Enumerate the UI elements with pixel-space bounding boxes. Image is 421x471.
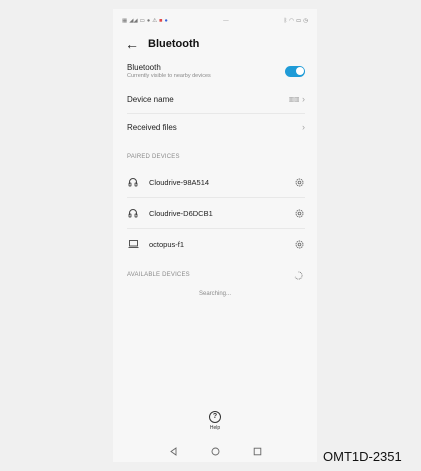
status-icons-left: ▦ ◢◢ ▭ ● ⚠ ■ ● (122, 18, 168, 24)
alert-icon: ⚠ (152, 17, 158, 24)
bluetooth-toggle[interactable] (285, 65, 305, 77)
phone-screen: ▦ ◢◢ ▭ ● ⚠ ■ ● — ᛒ ◠ ▭ ◷ ← Bluetooth Blu… (113, 9, 317, 462)
received-files-row[interactable]: Received files › (113, 114, 317, 141)
paired-device-name: Cloudrive-D6DCB1 (149, 208, 213, 218)
chevron-right-icon: › (302, 122, 305, 132)
paired-device-row[interactable]: octopus-f1 (113, 229, 317, 259)
status-icons-right: ᛒ ◠ ▭ ◷ (284, 18, 308, 24)
laptop-icon (127, 238, 139, 250)
device-name-label: Device name (127, 95, 174, 104)
paired-device-row[interactable]: Cloudrive-98A514 (113, 167, 317, 197)
settings-gear-icon[interactable] (294, 177, 305, 188)
sim-icon: ▦ (122, 17, 128, 24)
page-title: Bluetooth (148, 38, 200, 50)
bluetooth-text: Bluetooth Currently visible to nearby de… (127, 63, 211, 79)
battery-icon: ▭ (295, 17, 302, 24)
available-devices-header: AVAILABLE DEVICES (113, 265, 317, 285)
wifi-icon: ◠ (289, 17, 294, 24)
nav-home-icon[interactable] (211, 447, 220, 456)
bluetooth-toggle-row[interactable]: Bluetooth Currently visible to nearby de… (113, 56, 317, 86)
headphones-icon (127, 176, 139, 188)
clock-icon: ◷ (303, 17, 308, 24)
paired-devices-header: PAIRED DEVICES (113, 147, 317, 167)
paired-device-row[interactable]: Cloudrive-D6DCB1 (113, 198, 317, 228)
app-icon: ● (146, 17, 151, 24)
red-app-icon: ■ (159, 17, 163, 24)
paired-device-name: octopus-f1 (149, 239, 185, 249)
back-arrow-icon[interactable]: ← (125, 37, 139, 51)
chevron-right-icon: › (302, 94, 305, 104)
device-name-value-glyph: ▥▥ (288, 97, 300, 103)
received-files-label: Received files (127, 123, 177, 132)
nav-recents-icon[interactable] (253, 447, 262, 456)
visibility-sublabel: Currently visible to nearby devices (127, 73, 211, 79)
help-icon: ? (209, 411, 221, 423)
system-nav-bar (113, 441, 317, 461)
settings-gear-icon[interactable] (294, 239, 305, 250)
paired-devices-label: PAIRED DEVICES (127, 154, 180, 160)
settings-gear-icon[interactable] (294, 208, 305, 219)
searching-status: Searching... (198, 291, 232, 297)
paired-device-name: Cloudrive-98A514 (149, 177, 210, 187)
notification-icon: ▭ (139, 17, 145, 24)
status-separator: — (223, 17, 229, 24)
status-bar: ▦ ◢◢ ▭ ● ⚠ ■ ● — ᛒ ◠ ▭ ◷ (113, 9, 317, 32)
blue-app-icon: ● (164, 17, 168, 24)
help-label: Help (209, 425, 221, 431)
nav-back-icon[interactable] (169, 446, 178, 456)
available-devices-label: AVAILABLE DEVICES (127, 272, 190, 278)
headphones-icon (127, 207, 139, 219)
help-button[interactable]: ? Help (113, 411, 317, 431)
loading-spinner-icon (294, 270, 303, 280)
device-name-value-wrap: ▥▥ › (289, 95, 305, 104)
figure-caption: OMT1D-2351 (323, 449, 402, 464)
bluetooth-label: Bluetooth (127, 63, 161, 72)
bluetooth-status-icon: ᛒ (283, 17, 288, 24)
device-name-row[interactable]: Device name ▥▥ › (113, 86, 317, 113)
signal-icon: ◢◢ (129, 17, 138, 24)
app-header: ← Bluetooth (113, 32, 317, 56)
